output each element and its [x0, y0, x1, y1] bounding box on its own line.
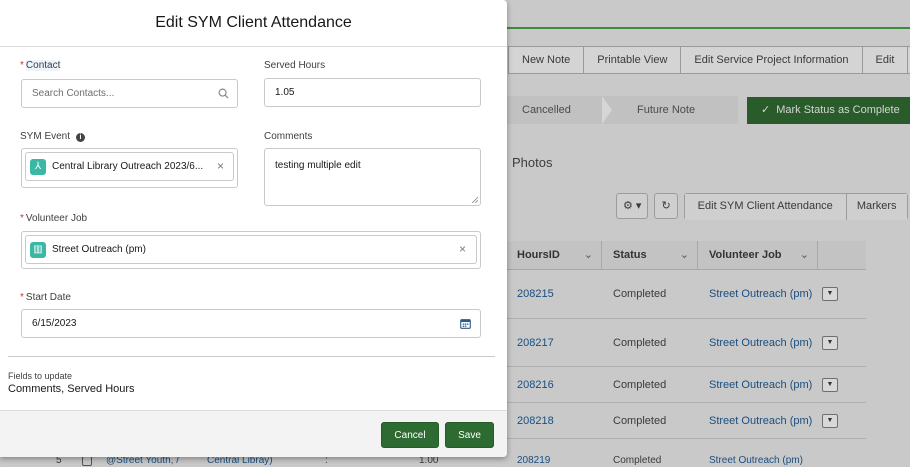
volunteer-job-link[interactable]: Street Outreach (pm)	[709, 455, 803, 466]
cancel-button[interactable]: Cancel	[381, 422, 439, 448]
save-button[interactable]: Save	[445, 422, 494, 448]
volunteer-job-link[interactable]: Street Outreach (pm)	[698, 337, 822, 349]
served-hours-label: Served Hours	[264, 60, 326, 71]
edit-button[interactable]: Edit	[863, 47, 909, 73]
start-date-label: * Start Date	[20, 292, 71, 303]
hoursid-link[interactable]: 208217	[506, 337, 602, 349]
event-icon: ⅄	[30, 159, 46, 175]
column-header-actions	[818, 241, 866, 269]
row-menu-chevron-icon[interactable]: ▼	[822, 413, 838, 428]
table-header: HoursID ⌄ Status ⌄ Volunteer Job ⌄	[506, 241, 866, 270]
path-step-future-note[interactable]: Future Note	[637, 96, 695, 124]
mark-status-complete-button[interactable]: ✓ Mark Status as Complete	[747, 97, 910, 124]
edit-service-project-button[interactable]: Edit Service Project Information	[681, 47, 863, 73]
comments-textarea[interactable]: testing multiple edit	[264, 148, 481, 206]
chevron-down-icon[interactable]: ⌄	[680, 241, 689, 270]
status-cell: Completed	[613, 455, 662, 466]
info-icon[interactable]: i	[76, 133, 86, 142]
hoursid-link[interactable]: 208218	[506, 415, 602, 427]
column-header-status[interactable]: Status ⌄	[602, 241, 698, 269]
check-icon: ✓	[761, 104, 771, 116]
search-icon	[218, 88, 229, 99]
tab-photos[interactable]: Photos	[512, 155, 552, 170]
fields-to-update-label: Fields to update	[8, 371, 73, 381]
volunteer-job-value: Street Outreach (pm)	[52, 244, 146, 255]
row-checkbox[interactable]	[82, 456, 92, 466]
related-list-toolbar: ⚙ ▾ ↻ Edit SYM Client Attendance Markers	[616, 193, 908, 220]
chevron-down-icon[interactable]: ⌄	[800, 241, 809, 270]
resize-grip-icon[interactable]	[471, 196, 478, 203]
printable-view-button[interactable]: Printable View	[584, 47, 682, 73]
sym-event-label: SYM Event i	[20, 131, 86, 142]
chevron-down-icon[interactable]: ⌄	[584, 241, 593, 270]
hoursid-link[interactable]: 208215	[506, 288, 602, 300]
section-divider	[8, 356, 495, 357]
sym-event-value: Central Library Outreach 2023/6...	[52, 161, 204, 172]
status-cell: Completed	[613, 288, 667, 300]
modal-title: Edit SYM Client Attendance	[155, 14, 352, 31]
calendar-icon[interactable]	[460, 318, 471, 329]
volunteer-job-link[interactable]: Street Outreach (pm)	[698, 379, 822, 391]
header-accent-line	[506, 27, 910, 29]
comments-label: Comments	[264, 131, 313, 142]
fields-to-update-value: Comments, Served Hours	[8, 383, 135, 395]
remove-job-close-icon[interactable]: ×	[459, 236, 466, 263]
served-hours-input[interactable]: 1.05	[264, 78, 481, 107]
volunteer-job-label: * Volunteer Job	[20, 213, 88, 224]
required-marker: *	[20, 213, 24, 224]
modal-body: * Contact Search Contacts... Served Hours…	[0, 47, 507, 410]
sym-event-pill[interactable]: ⅄ Central Library Outreach 2023/6... ×	[25, 152, 234, 181]
sym-event-lookup[interactable]: ⅄ Central Library Outreach 2023/6... ×	[21, 148, 238, 188]
hoursid-link[interactable]: 208216	[506, 379, 602, 391]
refresh-icon[interactable]: ↻	[654, 193, 678, 219]
row-menu-chevron-icon[interactable]: ▼	[822, 377, 838, 392]
column-header-volunteer-job[interactable]: Volunteer Job ⌄	[698, 241, 818, 269]
volunteer-job-link[interactable]: Street Outreach (pm)	[698, 415, 822, 427]
contact-search-input[interactable]: Search Contacts...	[21, 79, 238, 108]
required-marker: *	[20, 60, 24, 71]
remove-event-close-icon[interactable]: ×	[217, 153, 224, 180]
modal-footer: Cancel Save	[0, 410, 507, 457]
job-icon: ▥	[30, 242, 46, 258]
hoursid-link[interactable]: 208219	[517, 455, 550, 466]
status-cell: Completed	[613, 336, 667, 349]
volunteer-job-pill[interactable]: ▥ Street Outreach (pm) ×	[25, 235, 477, 264]
column-header-hoursid[interactable]: HoursID ⌄	[506, 241, 602, 269]
start-date-input[interactable]: 6/15/2023	[21, 309, 481, 338]
status-path: Cancelled Future Note	[506, 96, 738, 124]
edit-attendance-modal: Edit SYM Client Attendance * Contact Sear…	[0, 0, 507, 457]
path-chevron-icon	[602, 96, 612, 124]
new-note-button[interactable]: New Note	[509, 47, 585, 73]
related-tabs: Photos	[506, 140, 910, 176]
volunteer-job-lookup[interactable]: ▥ Street Outreach (pm) ×	[21, 231, 481, 269]
status-cell: Completed	[613, 414, 667, 427]
status-cell: Completed	[613, 378, 667, 391]
edit-attendance-button[interactable]: Edit SYM Client Attendance	[684, 194, 847, 220]
related-actions-group: Edit SYM Client Attendance Markers	[683, 193, 908, 220]
table-row: 208216 Completed Street Outreach (pm) ▼	[506, 367, 866, 403]
path-step-cancelled[interactable]: Cancelled	[522, 96, 571, 124]
record-action-bar: New Note Printable View Edit Service Pro…	[508, 46, 910, 74]
settings-gear-icon[interactable]: ⚙ ▾	[616, 193, 649, 219]
row-menu-chevron-icon[interactable]: ▼	[822, 287, 838, 301]
row-menu-chevron-icon[interactable]: ▼	[822, 335, 838, 350]
table-row: 208215 Completed Street Outreach (pm) ▼	[506, 270, 866, 319]
markers-button[interactable]: Markers	[846, 194, 907, 220]
volunteer-job-link[interactable]: Street Outreach (pm)	[698, 288, 822, 300]
mark-status-label: Mark Status as Complete	[776, 104, 900, 116]
contact-label: * Contact	[20, 60, 61, 71]
table-row: 208218 Completed Street Outreach (pm) ▼	[506, 403, 866, 439]
modal-header: Edit SYM Client Attendance	[0, 0, 507, 47]
table-row: 208217 Completed Street Outreach (pm) ▼	[506, 319, 866, 367]
required-marker: *	[20, 292, 24, 303]
attendance-table: HoursID ⌄ Status ⌄ Volunteer Job ⌄ 208215 C…	[506, 241, 866, 439]
